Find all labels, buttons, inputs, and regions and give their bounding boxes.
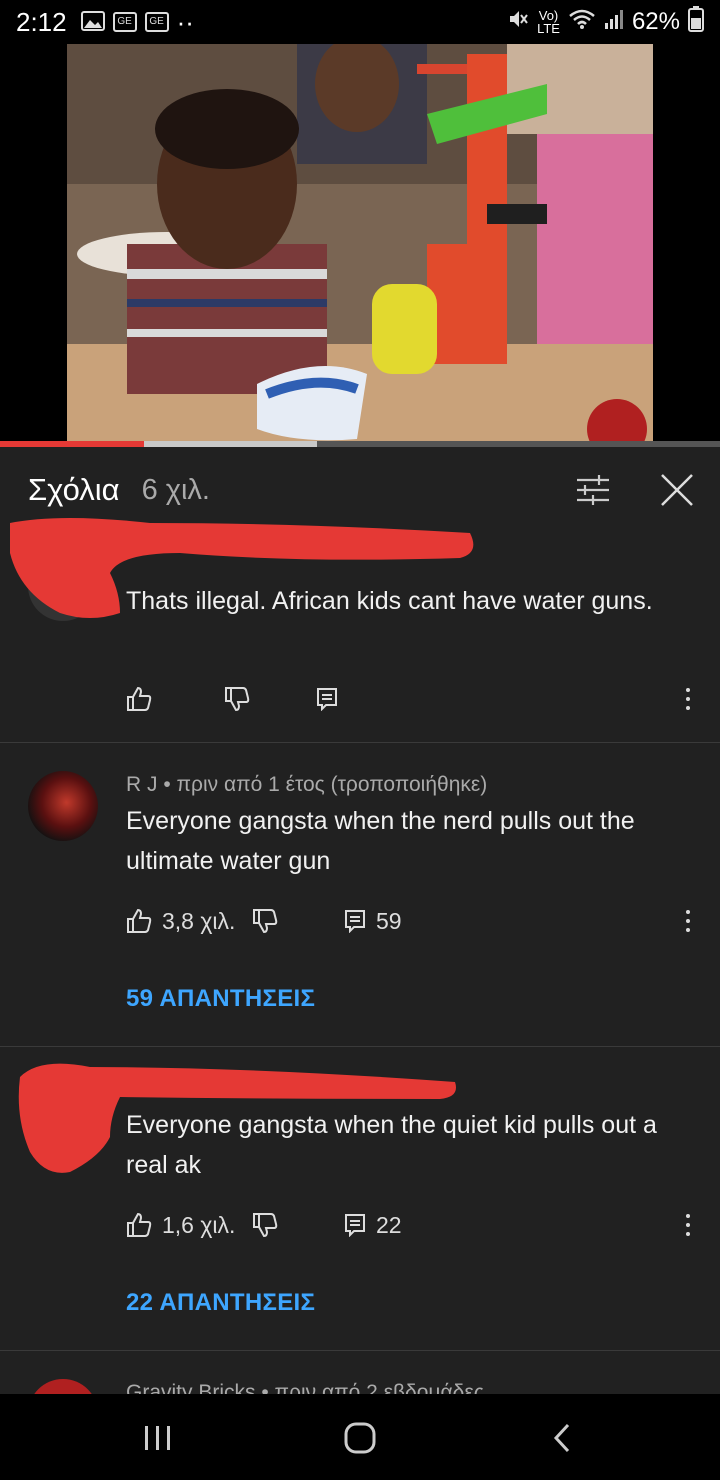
wifi-icon <box>568 8 596 37</box>
sliders-icon <box>577 475 609 505</box>
comments-title: Σχόλια <box>28 472 120 507</box>
video-frame[interactable] <box>67 44 653 444</box>
android-navigation-bar <box>0 1394 720 1480</box>
avatar[interactable] <box>28 771 98 841</box>
ge-notification-icon: GE <box>112 12 137 32</box>
recent-apps-button[interactable] <box>128 1416 188 1460</box>
dislike-button[interactable] <box>224 679 250 719</box>
battery-icon <box>688 5 704 39</box>
thumbs-down-icon <box>253 909 278 934</box>
volte-indicator: Vo) LTE <box>537 8 560 36</box>
reply-button[interactable] <box>316 679 338 719</box>
recent-apps-icon <box>145 1426 170 1450</box>
view-replies-link[interactable]: 59 ΑΠΑΝΤΗΣΕΙΣ <box>126 985 315 1013</box>
thumbs-up-icon <box>127 686 152 711</box>
more-options-button[interactable] <box>678 679 698 719</box>
ge-notification-icon: GE <box>144 12 169 32</box>
video-player[interactable] <box>0 44 720 444</box>
redaction-scribble <box>10 518 474 618</box>
thumbs-up-icon <box>127 908 152 933</box>
comment-item: Everyone gangsta when the quiet kid pull… <box>0 1047 720 1351</box>
gallery-notification-icon <box>80 7 105 38</box>
close-icon <box>661 474 693 506</box>
sort-filter-button[interactable] <box>570 467 616 513</box>
status-bar: 2:12 GE GE ·· Vo) LTE 62% <box>0 0 720 44</box>
comment-author-meta[interactable]: Gravity Bricks • πριν από 2 εβδομάδες <box>126 1381 484 1394</box>
comment-actions: 1,6 χιλ. 22 <box>126 1205 706 1245</box>
like-button[interactable] <box>126 679 152 719</box>
reply-icon <box>345 910 365 933</box>
thumbs-up-icon <box>127 1212 152 1237</box>
like-count: 1,6 χιλ. <box>162 1211 236 1238</box>
more-options-button[interactable] <box>678 901 698 941</box>
close-comments-button[interactable] <box>654 467 700 513</box>
thumbs-down-icon <box>253 1213 278 1238</box>
redaction-scribble <box>18 1063 456 1173</box>
dislike-button[interactable] <box>252 1205 278 1245</box>
thumbs-down-icon <box>225 687 250 712</box>
reply-button[interactable]: 22 <box>344 1205 402 1245</box>
comment-item: Gravity Bricks • πριν από 2 εβδομάδες <box>0 1351 720 1394</box>
signal-icon <box>604 8 624 37</box>
comment-actions <box>126 679 706 719</box>
home-button[interactable] <box>330 1416 390 1460</box>
avatar[interactable] <box>28 1379 98 1394</box>
comment-text: Everyone gangsta when the nerd pulls out… <box>126 807 635 875</box>
back-button[interactable] <box>532 1416 592 1460</box>
reply-icon <box>345 1214 365 1237</box>
reply-count: 22 <box>376 1211 402 1238</box>
back-icon <box>553 1423 570 1453</box>
status-time: 2:12 <box>16 6 67 37</box>
mute-icon <box>507 8 529 37</box>
like-button[interactable]: 1,6 χιλ. <box>126 1205 235 1245</box>
battery-level: 62% <box>631 8 680 35</box>
comment-item: Thats illegal. African kids cant have wa… <box>0 518 720 743</box>
home-icon <box>344 1422 376 1454</box>
comment-item: R J • πριν από 1 έτος (τροποποιήθηκε) Ev… <box>0 743 720 1047</box>
like-count: 3,8 χιλ. <box>162 907 236 934</box>
comments-count: 6 χιλ. <box>141 473 210 506</box>
comment-author-meta[interactable]: R J • πριν από 1 έτος (τροποποιήθηκε) <box>126 773 487 797</box>
more-notifications-indicator: ·· <box>176 6 194 37</box>
like-button[interactable]: 3,8 χιλ. <box>126 901 235 941</box>
reply-button[interactable]: 59 <box>344 901 402 941</box>
dislike-button[interactable] <box>252 901 278 941</box>
reply-count: 59 <box>376 907 402 934</box>
reply-icon <box>317 688 337 711</box>
more-options-button[interactable] <box>678 1205 698 1245</box>
view-replies-link[interactable]: 22 ΑΠΑΝΤΗΣΕΙΣ <box>126 1289 315 1317</box>
comment-actions: 3,8 χιλ. 59 <box>126 901 706 941</box>
video-still-image <box>67 44 653 444</box>
